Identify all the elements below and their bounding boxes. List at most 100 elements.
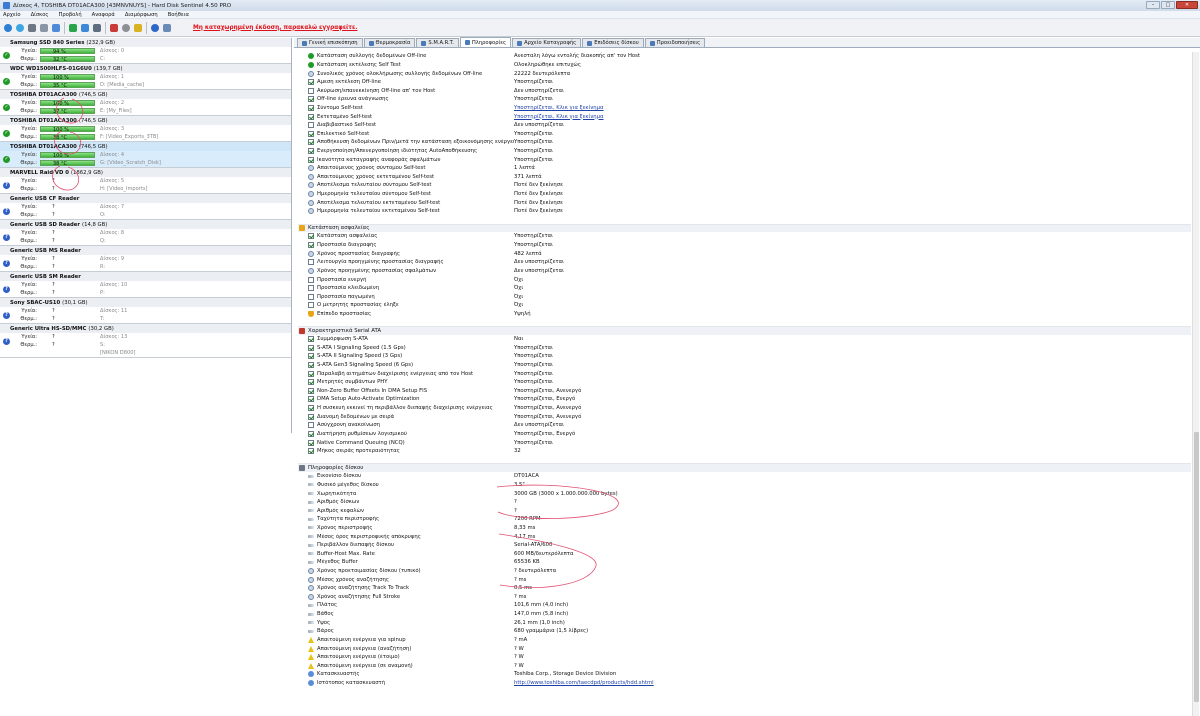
property-row: S-ATA Gen3 Signaling Speed (6 Gps) Υποστη… [298, 361, 1191, 370]
property-value: Ανεσταλη λόγω εντολής διακοπής απ' τον H… [514, 53, 641, 60]
disk-name: TOSHIBA DT01ACA300 [10, 117, 77, 124]
disk-test-icon[interactable] [50, 22, 61, 34]
disk-item[interactable]: Sony SBAC-US10 (30,1 GB)? Υγεία:? Δίσκος: 1… [0, 298, 291, 324]
vertical-scrollbar[interactable] [1192, 52, 1199, 716]
temperature-bar: ? [52, 290, 55, 296]
status-ok-icon: ✓ [3, 52, 10, 59]
disk-item[interactable]: Generic Ultra HS-SD/MMC (30,2 GB)? Υγεία:?… [0, 324, 291, 358]
property-value: 371 λεπτά [514, 173, 542, 180]
property-row: Ενεργοποίηση/Απενεργοποίηση ιδιότητας Au… [298, 147, 1191, 156]
disk-header[interactable]: Sony SBAC-US10 (30,1 GB) [0, 298, 291, 307]
status-unknown-icon: ? [3, 182, 10, 189]
report-icon[interactable] [67, 22, 78, 34]
disk-item[interactable]: TOSHIBA DT01ACA300 (746,5 GB) ✓ Υγεία: 100 %… [0, 142, 291, 168]
disk-item[interactable]: Generic USB MS Reader? Υγεία:? Δίσκος: 9 Θε… [0, 246, 291, 272]
checkbox-checked-icon [308, 233, 314, 240]
disk-header[interactable]: TOSHIBA DT01ACA300 (746,5 GB) [0, 90, 291, 99]
disk-header[interactable]: Generic USB MS Reader [0, 246, 291, 255]
disk-item[interactable]: MARVELL Raid VD 0 (1862,9 GB)? Υγεία:? Δίσκ… [0, 168, 291, 194]
disk-item[interactable]: WDC WD1500HLFS-01G6U0 (139,7 GB) ✓ Υγεία: 10… [0, 64, 291, 90]
tab-item[interactable]: Γενική επισκόπηση [297, 38, 363, 47]
checkbox-unchecked-icon [308, 293, 314, 300]
property-link[interactable]: Υποστηρίζεται, Κλικ για ξεκίνημα [514, 105, 604, 111]
disk-item[interactable]: Samsung SSD 840 Series (232,9 GB) ✓ Υγεία: 9… [0, 38, 291, 64]
disk-header[interactable]: TOSHIBA DT01ACA300 (746,5 GB) [0, 142, 291, 151]
minimize-button[interactable]: – [1146, 1, 1160, 9]
checkbox-checked-icon [308, 396, 314, 403]
property-value: Toshiba Corp., Storage Device Division [514, 671, 617, 678]
details-panel: Γενική επισκόπηση Θερμοκρασία S.M.A.R.T. Πλ… [294, 37, 1200, 716]
property-row: Χωρητικότητα 3000 GB (3000 x 1.000.000.00… [298, 489, 1191, 498]
property-row: Ακύρωση/επανεκκίνηση Off-line απ' τον Ho… [298, 86, 1191, 95]
info-icon [308, 671, 314, 678]
property-row: Διανομή δεδομένων με σειρά Υποστηρίζεται,… [298, 412, 1191, 421]
checkbox-checked-icon [308, 336, 314, 343]
tab-item[interactable]: Επιδόσεις δίσκου [582, 38, 644, 47]
property-row: Off-line έρευνα ανάγνωσης Υποστηρίζεται [298, 95, 1191, 104]
health-row: Υγεία: 100 % Δίσκος: 3 [0, 125, 291, 133]
menu-item[interactable]: Δίσκος [31, 12, 49, 18]
disk-info-icon[interactable] [38, 22, 49, 34]
disk-item[interactable]: TOSHIBA DT01ACA300 (746,5 GB) ✓ Υγεία: 100 %… [0, 90, 291, 116]
send-icon[interactable] [79, 22, 90, 34]
property-link[interactable]: http://www.toshiba.com/taecdpd/products/… [514, 680, 654, 686]
settings-icon[interactable] [120, 22, 131, 34]
property-value: Υποστηρίζεται [514, 353, 553, 360]
disk-item[interactable]: TOSHIBA DT01ACA300 (746,5 GB) ✓ Υγεία: 100 %… [0, 116, 291, 142]
information-content: Κατάσταση συλλογής δεδομένων Off-line Ανε… [298, 52, 1191, 716]
property-row: Εκτεταμένο Self-test Υποστηρίζεται, Κλικ … [298, 112, 1191, 121]
register-icon[interactable] [161, 22, 172, 34]
menu-item[interactable]: Προβολή [58, 12, 81, 18]
disk-header[interactable]: Generic USB SM Reader [0, 272, 291, 281]
property-value: Υποστηρίζεται [514, 156, 553, 163]
disk-header[interactable]: TOSHIBA DT01ACA300 (746,5 GB) [0, 116, 291, 125]
disk-header[interactable]: Generic USB CF Reader [0, 194, 291, 203]
disk-header[interactable]: MARVELL Raid VD 0 (1862,9 GB) [0, 168, 291, 177]
refresh-icon[interactable] [2, 22, 13, 34]
disk-header[interactable]: Generic USB SD Reader (14,8 GB) [0, 220, 291, 229]
health-row: Υγεία:? Δίσκος: 10 [0, 281, 291, 289]
temperature-bar: ? [52, 264, 55, 270]
disk-item[interactable]: Generic USB CF Reader? Υγεία:? Δίσκος: 7 Θε… [0, 194, 291, 220]
scrollbar-thumb[interactable] [1194, 432, 1199, 702]
property-row: Ιστότοπος κατασκευαστή http://www.toshiba… [298, 679, 1191, 688]
close-button[interactable]: ✕ [1176, 1, 1198, 9]
temperature-row: Θερμ.: 32 °C C: [0, 55, 291, 63]
property-row: Native Command Queuing (NCQ) Υποστηρίζετα… [298, 438, 1191, 447]
sync-icon[interactable] [14, 22, 25, 34]
tab-item[interactable]: Αρχείο Καταγραφής [512, 38, 582, 47]
tab-item[interactable]: Προειδοποιήσεις [644, 38, 706, 47]
disk-header[interactable]: Generic Ultra HS-SD/MMC (30,2 GB) [0, 324, 291, 333]
disk-size: (1862,9 GB) [70, 169, 103, 176]
disk-header[interactable]: Samsung SSD 840 Series (232,9 GB) [0, 38, 291, 47]
property-value: Υποστηρίζεται [514, 242, 553, 249]
disk-icon[interactable] [26, 22, 37, 34]
menu-item[interactable]: Διαμόρφωση [125, 12, 158, 18]
alert-icon[interactable] [132, 22, 143, 34]
benchmark-icon[interactable] [108, 22, 119, 34]
tab-item[interactable]: S.M.A.R.T. [416, 38, 459, 47]
property-link[interactable]: Υποστηρίζεται, Κλικ για ξεκίνημα [514, 114, 604, 120]
property-value: 101,6 mm (4,0 inch) [514, 602, 569, 609]
tab-item[interactable]: Πληροφορίες [459, 37, 512, 47]
menu-item[interactable]: Αναφορά [92, 12, 115, 18]
property-value: 65536 KB [514, 559, 540, 566]
help-icon[interactable] [149, 22, 160, 34]
property-value: Ναι [514, 336, 524, 343]
unregistered-notice[interactable]: Μη καταχωρημένη έκδοση, παρακαλώ εγγραφε… [193, 25, 357, 31]
disk-name: Generic USB SM Reader [10, 273, 81, 280]
disk-header[interactable]: WDC WD1500HLFS-01G6U0 (139,7 GB) [0, 64, 291, 73]
menu-item[interactable]: Βοήθεια [168, 12, 189, 18]
disk-item[interactable]: Generic USB SM Reader? Υγεία:? Δίσκος: 10 Θ… [0, 272, 291, 298]
property-name: Χρόνος περιστροφής [317, 524, 373, 531]
property-row: Αμεση εκτέλεση Off-line Υποστηρίζεται [298, 78, 1191, 87]
tab-item[interactable]: Θερμοκρασία [363, 38, 416, 47]
disk-item[interactable]: Generic USB SD Reader (14,8 GB)? Υγεία:? Δί… [0, 220, 291, 246]
maximize-button[interactable]: □ [1161, 1, 1175, 9]
save-icon[interactable] [91, 22, 102, 34]
property-icon [308, 612, 314, 616]
temperature-bar: ? [52, 342, 55, 348]
menu-item[interactable]: Αρχείο [3, 12, 21, 18]
property-name: Κατάσταση ασφαλείας [317, 233, 378, 240]
property-row: Εικονίσιο δίσκου DT01ACA [298, 472, 1191, 481]
